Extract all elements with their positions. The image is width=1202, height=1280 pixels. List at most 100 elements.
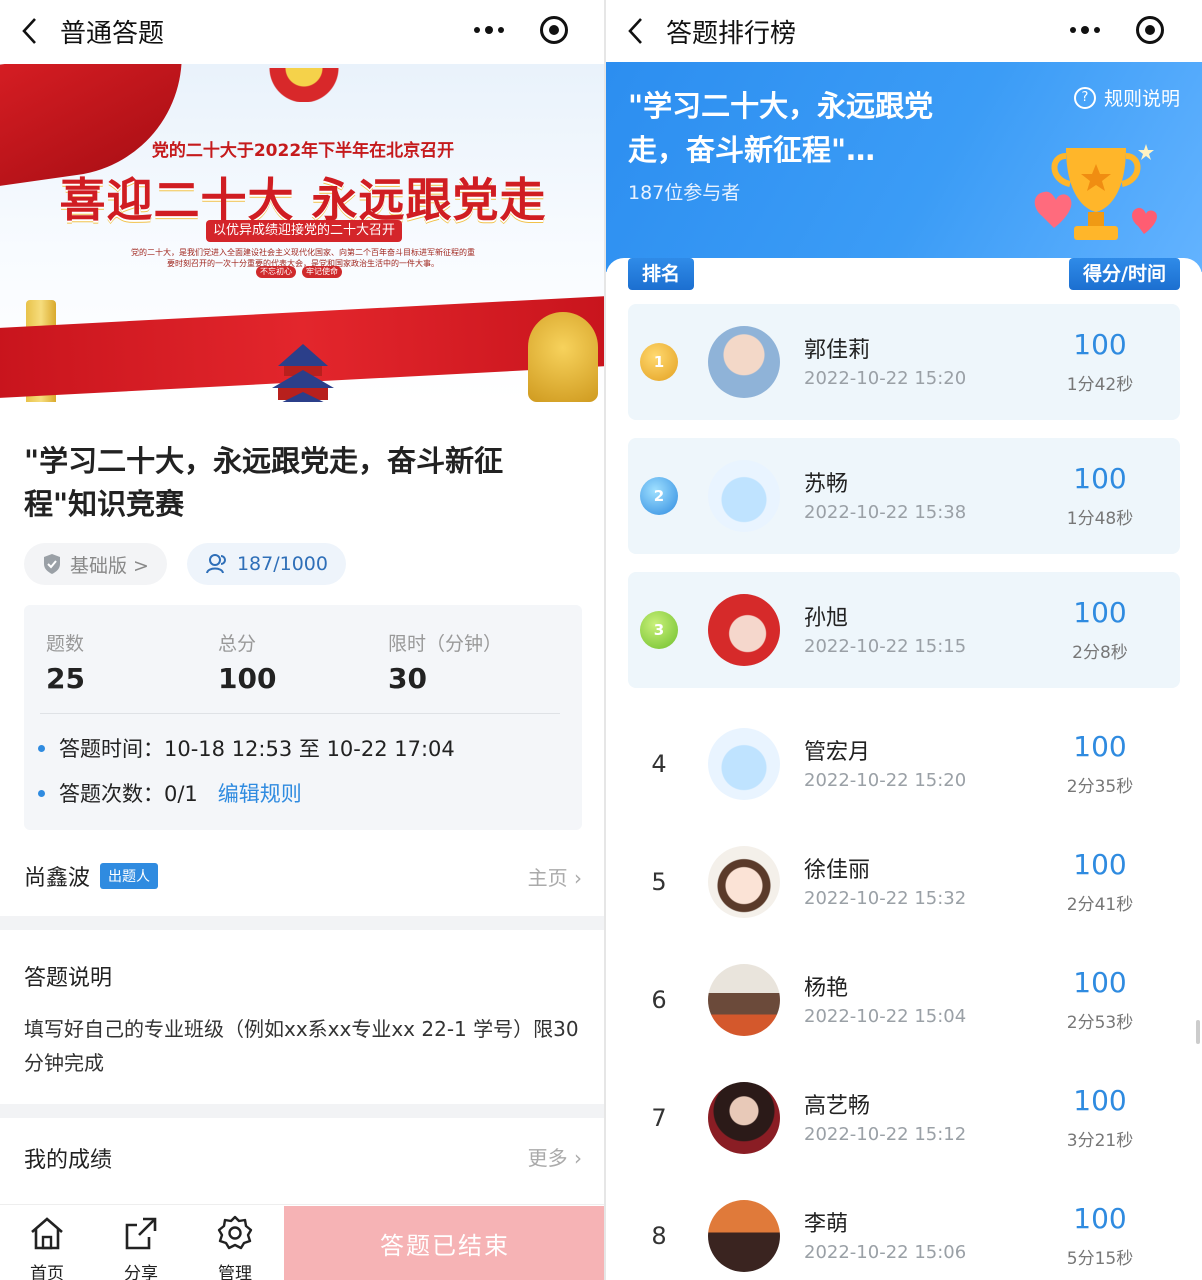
tab-manage[interactable]: 管理 xyxy=(200,1213,270,1280)
bullet-icon xyxy=(38,744,45,752)
quiz-ended-button[interactable]: 答题已结束 xyxy=(284,1206,606,1280)
player-score: 100 xyxy=(1073,848,1127,881)
leaderboard-row[interactable]: 6 杨艳 2022-10-22 15:04 100 2分53秒 xyxy=(628,942,1180,1058)
section-gap xyxy=(0,916,606,930)
tab-label: 管理 xyxy=(218,1264,252,1280)
mini-program-capsule xyxy=(1052,8,1182,52)
rules-link[interactable]: ? 规则说明 xyxy=(1073,84,1180,111)
trophy-icon xyxy=(1034,144,1157,240)
users-icon xyxy=(205,554,226,574)
avatar xyxy=(708,1082,780,1154)
stat-label: 限时（分钟） xyxy=(388,633,503,655)
avatar xyxy=(708,964,780,1036)
temple-of-heaven-graphic xyxy=(272,344,334,402)
leaderboard-row[interactable]: 2 苏畅 2022-10-22 15:38 100 1分48秒 xyxy=(628,438,1180,554)
nav-title: 普通答题 xyxy=(60,18,165,49)
submit-time: 2022-10-22 15:20 xyxy=(804,770,967,791)
close-miniprogram-button[interactable] xyxy=(1136,16,1164,44)
avatar xyxy=(708,846,780,918)
player-duration: 5分15秒 xyxy=(1066,1249,1134,1269)
leaderboard-row[interactable]: 8 李萌 2022-10-22 15:06 100 5分15秒 xyxy=(628,1178,1180,1280)
player-score: 100 xyxy=(1073,462,1127,495)
participants-chip[interactable]: 187/1000 xyxy=(186,543,346,585)
submit-time: 2022-10-22 15:32 xyxy=(804,888,967,909)
rule-answer-time: 答题时间：10-18 12:53 至 10-22 17:04 xyxy=(38,733,455,763)
quiz-detail-screen: 普通答题 党的二十大于2022年下半年在北京召开 喜迎二十大 永远跟党走 以优异… xyxy=(0,0,606,1280)
participants-count: 187/1000 xyxy=(236,553,328,575)
nav-title: 答题排行榜 xyxy=(666,18,797,49)
my-score-more-link[interactable]: 更多 › xyxy=(528,1142,582,1171)
rank-number: 5 xyxy=(651,868,667,896)
nav-bar: 答题排行榜 xyxy=(606,0,1202,62)
share-icon xyxy=(125,1217,157,1250)
avatar xyxy=(708,1200,780,1272)
stat-value: 25 xyxy=(46,662,85,695)
submit-time: 2022-10-22 15:15 xyxy=(804,636,967,657)
rule-answer-count: 答题次数：0/1 编辑规则 xyxy=(38,778,302,808)
back-button[interactable] xyxy=(0,0,60,62)
player-score: 100 xyxy=(1073,966,1127,999)
player-duration: 1分42秒 xyxy=(1066,375,1134,395)
section-gap xyxy=(0,1104,606,1118)
rank-number: 6 xyxy=(651,986,667,1014)
rank-cell: 1 xyxy=(628,304,690,420)
author-row: 尚鑫波 出题人 主页 › xyxy=(24,856,582,896)
player-name: 管宏月 xyxy=(804,740,871,765)
gold-medal-icon: 1 xyxy=(640,343,678,381)
close-miniprogram-button[interactable] xyxy=(540,16,568,44)
player-name: 孙旭 xyxy=(804,606,849,631)
leaderboard-row[interactable]: 4 管宏月 2022-10-22 15:20 100 2分35秒 xyxy=(628,706,1180,822)
banner-line1: 党的二十大于2022年下半年在北京召开 xyxy=(151,141,455,161)
rank-cell: 3 xyxy=(628,572,690,688)
stat-value: 30 xyxy=(388,662,427,695)
more-menu-button[interactable] xyxy=(474,26,504,34)
chevron-left-icon xyxy=(22,18,36,44)
submit-time: 2022-10-22 15:20 xyxy=(804,368,967,389)
submit-time: 2022-10-22 15:12 xyxy=(804,1124,967,1145)
rule-text: 答题次数：0/1 xyxy=(59,782,198,806)
rank-cell: 2 xyxy=(628,438,690,554)
player-name: 高艺畅 xyxy=(804,1094,871,1119)
rank-number: 7 xyxy=(651,1104,667,1132)
tab-label: 分享 xyxy=(124,1264,158,1280)
player-name: 杨艳 xyxy=(804,976,849,1001)
chevron-left-icon xyxy=(628,18,642,44)
nav-bar: 普通答题 xyxy=(0,0,606,62)
stat-time-limit: 限时（分钟） 30 xyxy=(388,629,502,695)
my-score-heading: 我的成绩 xyxy=(24,1148,113,1173)
banner-tag: 牢记使命 xyxy=(302,266,342,278)
avatar xyxy=(708,594,780,666)
player-score: 100 xyxy=(1073,1202,1127,1235)
silver-medal-icon: 2 xyxy=(640,477,678,515)
tab-home[interactable]: 首页 xyxy=(12,1213,82,1280)
version-chip[interactable]: 基础版 > xyxy=(24,543,167,585)
emblem-graphic xyxy=(236,68,372,102)
player-score: 100 xyxy=(1073,596,1127,629)
leaderboard-banner: "学习二十大，永远跟党走，奋斗新征程"… 187位参与者 ? 规则说明 xyxy=(606,62,1202,272)
leaderboard-row[interactable]: 1 郭佳莉 2022-10-22 15:20 100 1分42秒 xyxy=(628,304,1180,420)
golden-lion-graphic xyxy=(528,312,598,402)
more-menu-button[interactable] xyxy=(1070,26,1100,34)
banner-line2: 以优异成绩迎接党的二十大召开 xyxy=(206,220,402,242)
col-rank-header: 排名 xyxy=(628,258,695,290)
scrollbar[interactable] xyxy=(1196,1020,1200,1044)
tab-share[interactable]: 分享 xyxy=(106,1213,176,1280)
edit-rules-link[interactable]: 编辑规则 xyxy=(218,778,302,808)
quiz-banner-image: 党的二十大于2022年下半年在北京召开 喜迎二十大 永远跟党走 以优异成绩迎接党… xyxy=(0,64,606,402)
back-button[interactable] xyxy=(606,0,666,62)
leaderboard-row[interactable]: 5 徐佳丽 2022-10-22 15:32 100 2分41秒 xyxy=(628,824,1180,940)
player-score: 100 xyxy=(1073,730,1127,763)
player-name: 李萌 xyxy=(804,1212,849,1237)
question-circle-icon: ? xyxy=(1073,86,1096,109)
player-duration: 1分48秒 xyxy=(1066,509,1134,529)
author-home-link[interactable]: 主页 › xyxy=(528,862,582,891)
banner-tag: 不忘初心 xyxy=(256,266,296,278)
player-duration: 2分8秒 xyxy=(1072,643,1128,663)
leaderboard-row[interactable]: 7 高艺畅 2022-10-22 15:12 100 3分21秒 xyxy=(628,1060,1180,1176)
bronze-medal-icon: 3 xyxy=(640,611,678,649)
avatar xyxy=(708,326,780,398)
player-duration: 3分21秒 xyxy=(1066,1131,1134,1151)
player-duration: 2分41秒 xyxy=(1066,895,1134,915)
leaderboard-row[interactable]: 3 孙旭 2022-10-22 15:15 100 2分8秒 xyxy=(628,572,1180,688)
rule-text: 答题时间：10-18 12:53 至 10-22 17:04 xyxy=(59,737,455,761)
